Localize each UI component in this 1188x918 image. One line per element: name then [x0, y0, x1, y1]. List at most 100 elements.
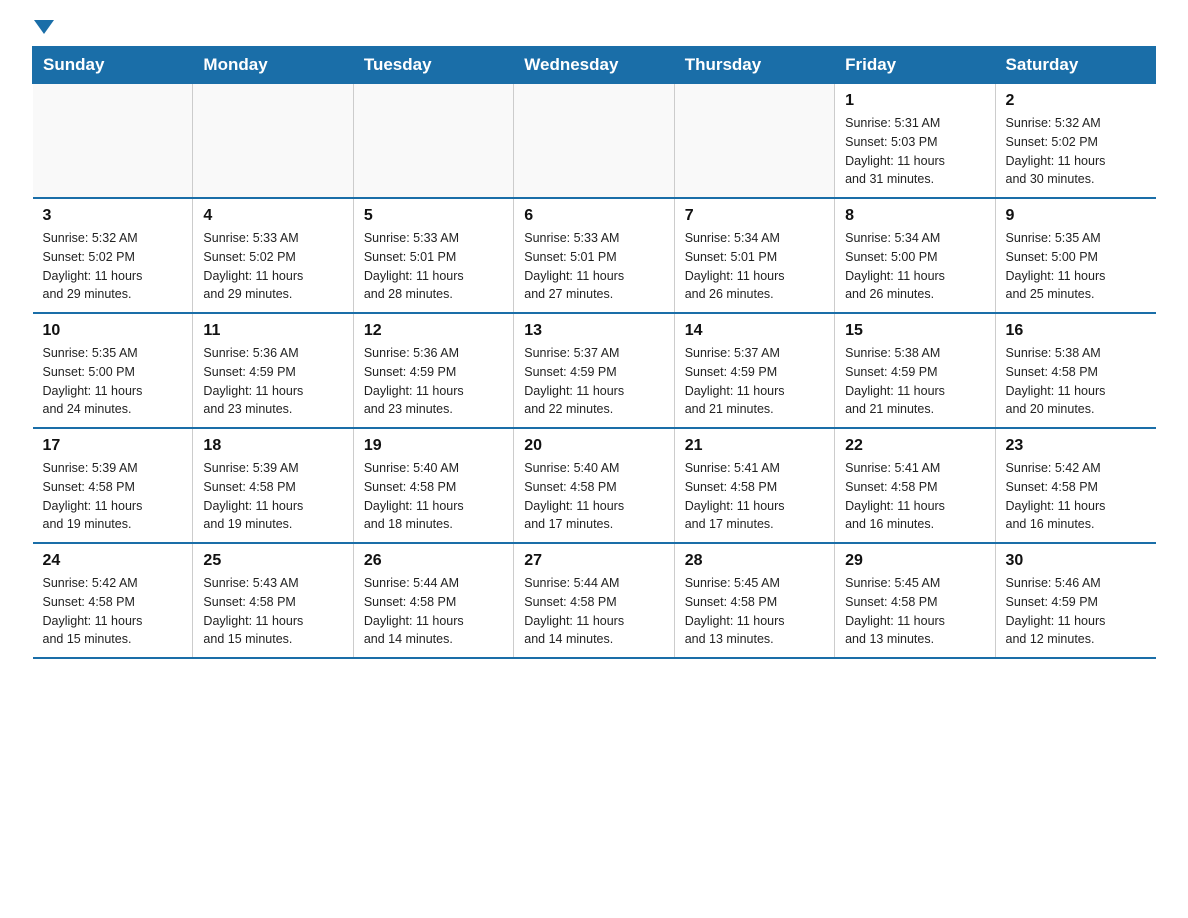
header — [32, 24, 1156, 30]
calendar-cell: 10 Sunrise: 5:35 AM Sunset: 5:00 PM Dayli… — [33, 313, 193, 428]
day-number: 20 — [524, 437, 663, 455]
week-row-5: 24 Sunrise: 5:42 AM Sunset: 4:58 PM Dayli… — [33, 543, 1156, 658]
day-info: Sunrise: 5:41 AM Sunset: 4:58 PM Dayligh… — [685, 459, 824, 534]
calendar-cell — [193, 84, 353, 199]
day-number: 6 — [524, 207, 663, 225]
day-header-wednesday: Wednesday — [514, 47, 674, 84]
day-number: 11 — [203, 322, 342, 340]
day-number: 18 — [203, 437, 342, 455]
logo — [32, 24, 54, 30]
calendar-cell: 16 Sunrise: 5:38 AM Sunset: 4:58 PM Dayli… — [995, 313, 1155, 428]
day-number: 7 — [685, 207, 824, 225]
calendar-cell: 12Sunrise: 5:36 AM Sunset: 4:59 PM Dayli… — [353, 313, 513, 428]
calendar-cell: 14 Sunrise: 5:37 AM Sunset: 4:59 PM Dayli… — [674, 313, 834, 428]
day-info: Sunrise: 5:35 AM Sunset: 5:00 PM Dayligh… — [1006, 229, 1146, 304]
day-number: 21 — [685, 437, 824, 455]
day-info: Sunrise: 5:32 AM Sunset: 5:02 PM Dayligh… — [1006, 114, 1146, 189]
calendar-cell: 24 Sunrise: 5:42 AM Sunset: 4:58 PM Dayli… — [33, 543, 193, 658]
day-info: Sunrise: 5:33 AM Sunset: 5:01 PM Dayligh… — [524, 229, 663, 304]
day-number: 9 — [1006, 207, 1146, 225]
calendar-cell: 17 Sunrise: 5:39 AM Sunset: 4:58 PM Dayli… — [33, 428, 193, 543]
calendar-cell: 6 Sunrise: 5:33 AM Sunset: 5:01 PM Daylig… — [514, 198, 674, 313]
day-info: Sunrise: 5:36 AM Sunset: 4:59 PM Dayligh… — [364, 344, 503, 419]
day-header-monday: Monday — [193, 47, 353, 84]
day-info: Sunrise: 5:42 AM Sunset: 4:58 PM Dayligh… — [43, 574, 183, 649]
calendar-cell: 11 Sunrise: 5:36 AM Sunset: 4:59 PM Dayli… — [193, 313, 353, 428]
calendar-cell: 20 Sunrise: 5:40 AM Sunset: 4:58 PM Dayli… — [514, 428, 674, 543]
day-header-saturday: Saturday — [995, 47, 1155, 84]
week-row-3: 10 Sunrise: 5:35 AM Sunset: 5:00 PM Dayli… — [33, 313, 1156, 428]
day-header-thursday: Thursday — [674, 47, 834, 84]
day-number: 23 — [1006, 437, 1146, 455]
day-info: Sunrise: 5:42 AM Sunset: 4:58 PM Dayligh… — [1006, 459, 1146, 534]
day-info: Sunrise: 5:37 AM Sunset: 4:59 PM Dayligh… — [685, 344, 824, 419]
day-info: Sunrise: 5:40 AM Sunset: 4:58 PM Dayligh… — [524, 459, 663, 534]
calendar-cell: 15 Sunrise: 5:38 AM Sunset: 4:59 PM Dayli… — [835, 313, 995, 428]
day-number: 13 — [524, 322, 663, 340]
day-number: 22 — [845, 437, 984, 455]
week-row-4: 17 Sunrise: 5:39 AM Sunset: 4:58 PM Dayli… — [33, 428, 1156, 543]
day-info: Sunrise: 5:39 AM Sunset: 4:58 PM Dayligh… — [43, 459, 183, 534]
day-info: Sunrise: 5:38 AM Sunset: 4:58 PM Dayligh… — [1006, 344, 1146, 419]
day-number: 5 — [364, 207, 503, 225]
day-info: Sunrise: 5:40 AM Sunset: 4:58 PM Dayligh… — [364, 459, 503, 534]
day-number: 17 — [43, 437, 183, 455]
day-info: Sunrise: 5:33 AM Sunset: 5:02 PM Dayligh… — [203, 229, 342, 304]
calendar-cell: 25Sunrise: 5:43 AM Sunset: 4:58 PM Dayli… — [193, 543, 353, 658]
day-info: Sunrise: 5:33 AM Sunset: 5:01 PM Dayligh… — [364, 229, 503, 304]
day-info: Sunrise: 5:32 AM Sunset: 5:02 PM Dayligh… — [43, 229, 183, 304]
day-number: 25 — [203, 552, 342, 570]
day-header-tuesday: Tuesday — [353, 47, 513, 84]
day-header-friday: Friday — [835, 47, 995, 84]
day-number: 26 — [364, 552, 503, 570]
calendar-cell: 9 Sunrise: 5:35 AM Sunset: 5:00 PM Daylig… — [995, 198, 1155, 313]
calendar-cell: 18 Sunrise: 5:39 AM Sunset: 4:58 PM Dayli… — [193, 428, 353, 543]
calendar-cell: 19 Sunrise: 5:40 AM Sunset: 4:58 PM Dayli… — [353, 428, 513, 543]
day-info: Sunrise: 5:41 AM Sunset: 4:58 PM Dayligh… — [845, 459, 984, 534]
day-info: Sunrise: 5:44 AM Sunset: 4:58 PM Dayligh… — [524, 574, 663, 649]
calendar-cell: 26Sunrise: 5:44 AM Sunset: 4:58 PM Dayli… — [353, 543, 513, 658]
calendar-cell: 8 Sunrise: 5:34 AM Sunset: 5:00 PM Daylig… — [835, 198, 995, 313]
calendar-table: SundayMondayTuesdayWednesdayThursdayFrid… — [32, 46, 1156, 659]
day-number: 8 — [845, 207, 984, 225]
day-number: 27 — [524, 552, 663, 570]
day-number: 29 — [845, 552, 984, 570]
calendar-cell: 28 Sunrise: 5:45 AM Sunset: 4:58 PM Dayli… — [674, 543, 834, 658]
day-info: Sunrise: 5:38 AM Sunset: 4:59 PM Dayligh… — [845, 344, 984, 419]
calendar-cell: 27 Sunrise: 5:44 AM Sunset: 4:58 PM Dayli… — [514, 543, 674, 658]
day-info: Sunrise: 5:36 AM Sunset: 4:59 PM Dayligh… — [203, 344, 342, 419]
day-info: Sunrise: 5:45 AM Sunset: 4:58 PM Dayligh… — [685, 574, 824, 649]
day-number: 19 — [364, 437, 503, 455]
calendar-cell — [674, 84, 834, 199]
day-number: 28 — [685, 552, 824, 570]
day-info: Sunrise: 5:31 AM Sunset: 5:03 PM Dayligh… — [845, 114, 984, 189]
week-row-2: 3 Sunrise: 5:32 AM Sunset: 5:02 PM Daylig… — [33, 198, 1156, 313]
day-info: Sunrise: 5:39 AM Sunset: 4:58 PM Dayligh… — [203, 459, 342, 534]
day-number: 2 — [1006, 92, 1146, 110]
calendar-cell: 1Sunrise: 5:31 AM Sunset: 5:03 PM Daylig… — [835, 84, 995, 199]
day-number: 16 — [1006, 322, 1146, 340]
day-header-sunday: Sunday — [33, 47, 193, 84]
calendar-cell: 13Sunrise: 5:37 AM Sunset: 4:59 PM Dayli… — [514, 313, 674, 428]
day-number: 24 — [43, 552, 183, 570]
week-row-1: 1Sunrise: 5:31 AM Sunset: 5:03 PM Daylig… — [33, 84, 1156, 199]
day-number: 30 — [1006, 552, 1146, 570]
calendar-cell: 23 Sunrise: 5:42 AM Sunset: 4:58 PM Dayli… — [995, 428, 1155, 543]
calendar-cell: 5 Sunrise: 5:33 AM Sunset: 5:01 PM Daylig… — [353, 198, 513, 313]
day-info: Sunrise: 5:35 AM Sunset: 5:00 PM Dayligh… — [43, 344, 183, 419]
day-header-row: SundayMondayTuesdayWednesdayThursdayFrid… — [33, 47, 1156, 84]
day-number: 3 — [43, 207, 183, 225]
calendar-cell — [33, 84, 193, 199]
calendar-cell: 2 Sunrise: 5:32 AM Sunset: 5:02 PM Daylig… — [995, 84, 1155, 199]
day-info: Sunrise: 5:34 AM Sunset: 5:01 PM Dayligh… — [685, 229, 824, 304]
calendar-cell — [353, 84, 513, 199]
calendar-cell: 7 Sunrise: 5:34 AM Sunset: 5:01 PM Daylig… — [674, 198, 834, 313]
calendar-cell: 3 Sunrise: 5:32 AM Sunset: 5:02 PM Daylig… — [33, 198, 193, 313]
day-info: Sunrise: 5:45 AM Sunset: 4:58 PM Dayligh… — [845, 574, 984, 649]
calendar-cell: 22 Sunrise: 5:41 AM Sunset: 4:58 PM Dayli… — [835, 428, 995, 543]
day-number: 14 — [685, 322, 824, 340]
day-number: 4 — [203, 207, 342, 225]
day-number: 10 — [43, 322, 183, 340]
day-info: Sunrise: 5:34 AM Sunset: 5:00 PM Dayligh… — [845, 229, 984, 304]
day-number: 15 — [845, 322, 984, 340]
